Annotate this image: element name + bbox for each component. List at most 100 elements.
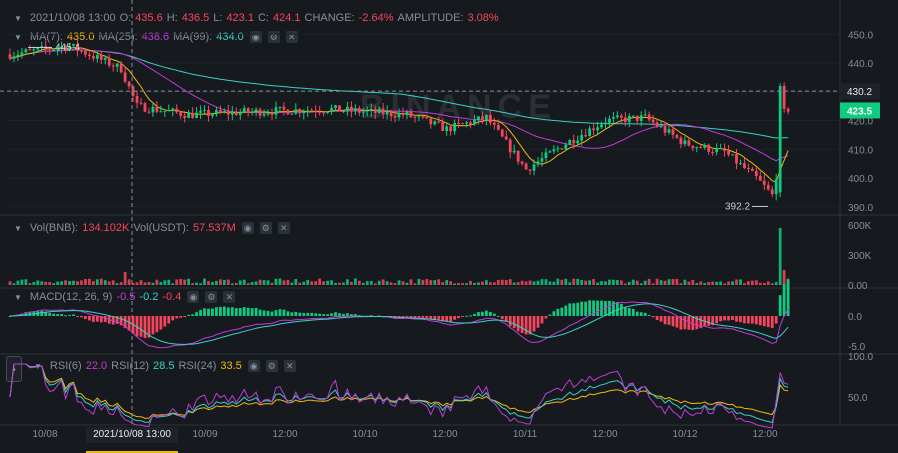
macd-histogram-bar bbox=[445, 316, 449, 322]
volume-bar bbox=[731, 281, 734, 285]
macd-histogram-bar bbox=[635, 311, 639, 316]
volume-bar bbox=[647, 278, 651, 285]
volume-bar bbox=[131, 282, 135, 285]
candle-body bbox=[778, 86, 782, 193]
macd-histogram-bar bbox=[290, 312, 294, 316]
candle-body bbox=[766, 184, 770, 190]
rsi6-line bbox=[9, 363, 789, 429]
candle-body bbox=[612, 117, 615, 119]
macd-histogram-bar bbox=[203, 308, 206, 316]
candle-body bbox=[477, 116, 480, 120]
volume-bar bbox=[222, 279, 226, 285]
macd-histogram-bar bbox=[326, 314, 329, 316]
volume-bar bbox=[393, 283, 397, 285]
volume-tick-label: 600K bbox=[848, 221, 872, 232]
candle-body bbox=[135, 95, 139, 103]
volume-bar bbox=[572, 278, 576, 285]
candle-body bbox=[496, 124, 500, 130]
candle-body bbox=[508, 139, 512, 153]
candle-body bbox=[500, 129, 504, 137]
volume-bar bbox=[119, 282, 123, 285]
volume-bar bbox=[346, 279, 349, 285]
candle-body bbox=[516, 150, 520, 162]
macd-histogram-bar bbox=[266, 310, 270, 316]
candle-body bbox=[310, 110, 314, 112]
volume-bar bbox=[338, 282, 341, 285]
crosshair-time-tag: 2021/10/08 13:00 bbox=[93, 429, 171, 440]
macd-histogram-bar bbox=[532, 316, 536, 332]
volume-bar bbox=[230, 283, 234, 285]
candle-body bbox=[727, 151, 730, 155]
candle-body bbox=[623, 117, 627, 122]
candle-body bbox=[330, 108, 333, 112]
price-tick-label: 440.0 bbox=[848, 59, 873, 70]
macd-histogram-bar bbox=[322, 314, 326, 316]
volume-bar bbox=[389, 282, 393, 285]
macd-histogram-bar bbox=[600, 300, 603, 316]
volume-bar bbox=[441, 282, 445, 285]
volume-bar bbox=[691, 280, 695, 285]
macd-histogram-bar bbox=[306, 312, 310, 316]
candle-body bbox=[774, 179, 778, 195]
macd-histogram-bar bbox=[250, 308, 254, 316]
macd-histogram-bar bbox=[552, 311, 556, 316]
candle-body bbox=[786, 108, 790, 112]
volume-bar bbox=[270, 282, 274, 285]
candle-body bbox=[270, 113, 274, 115]
volume-bar bbox=[481, 281, 484, 285]
macd-histogram-bar bbox=[80, 316, 83, 318]
macd-histogram-bar bbox=[667, 316, 671, 325]
macd-histogram-bar bbox=[175, 316, 179, 319]
volume-bar bbox=[504, 280, 508, 285]
price-tick-label: 410.0 bbox=[848, 145, 873, 156]
candle-body bbox=[425, 117, 429, 119]
volume-bar bbox=[171, 283, 175, 285]
volume-bar bbox=[711, 281, 715, 285]
candle-body bbox=[635, 115, 639, 121]
volume-bar bbox=[484, 280, 488, 285]
candle-body bbox=[600, 124, 603, 128]
price-tick-label: 400.0 bbox=[848, 174, 873, 185]
time-tick-label: 12:00 bbox=[272, 429, 297, 440]
volume-bar bbox=[758, 282, 762, 285]
volume-bar bbox=[286, 279, 290, 285]
candle-body bbox=[750, 168, 754, 171]
volume-bar bbox=[254, 281, 258, 285]
candle-body bbox=[743, 163, 746, 168]
volume-bar bbox=[703, 283, 707, 285]
candle-body bbox=[564, 144, 568, 150]
price-tick-label: 390.0 bbox=[848, 203, 873, 214]
candle-body bbox=[540, 158, 544, 162]
candle-body bbox=[322, 112, 326, 114]
macd-histogram-bar bbox=[707, 316, 711, 326]
candle-body bbox=[274, 107, 278, 115]
candlestick-chart[interactable]: BINANCE450.0440.0430.0420.0410.0400.0390… bbox=[0, 0, 898, 453]
macd-histogram-bar bbox=[719, 316, 723, 322]
candle-body bbox=[572, 139, 576, 144]
volume-bar bbox=[314, 281, 318, 285]
candle-body bbox=[143, 103, 147, 112]
candle-body bbox=[413, 116, 417, 118]
volume-bar bbox=[536, 280, 540, 285]
volume-bar bbox=[449, 281, 453, 285]
macd-histogram-bar bbox=[314, 313, 318, 316]
macd-histogram-bar bbox=[457, 316, 460, 319]
volume-bar bbox=[143, 282, 147, 285]
candle-body bbox=[461, 123, 464, 125]
candle-body bbox=[326, 111, 329, 113]
candle-body bbox=[266, 113, 270, 115]
volume-bar bbox=[433, 280, 437, 285]
candle-body bbox=[747, 167, 750, 169]
macd-histogram-bar bbox=[215, 307, 218, 316]
candle-body bbox=[762, 180, 766, 185]
candle-body bbox=[675, 134, 679, 138]
volume-bar bbox=[87, 278, 91, 285]
macd-histogram-bar bbox=[627, 307, 631, 316]
candle-body bbox=[318, 111, 322, 113]
candle-body bbox=[445, 126, 449, 131]
volume-bar bbox=[373, 283, 377, 285]
candle-body bbox=[314, 110, 318, 112]
candle-body bbox=[342, 110, 345, 112]
macd-histogram-bar bbox=[453, 316, 457, 320]
volume-bar bbox=[99, 278, 103, 285]
